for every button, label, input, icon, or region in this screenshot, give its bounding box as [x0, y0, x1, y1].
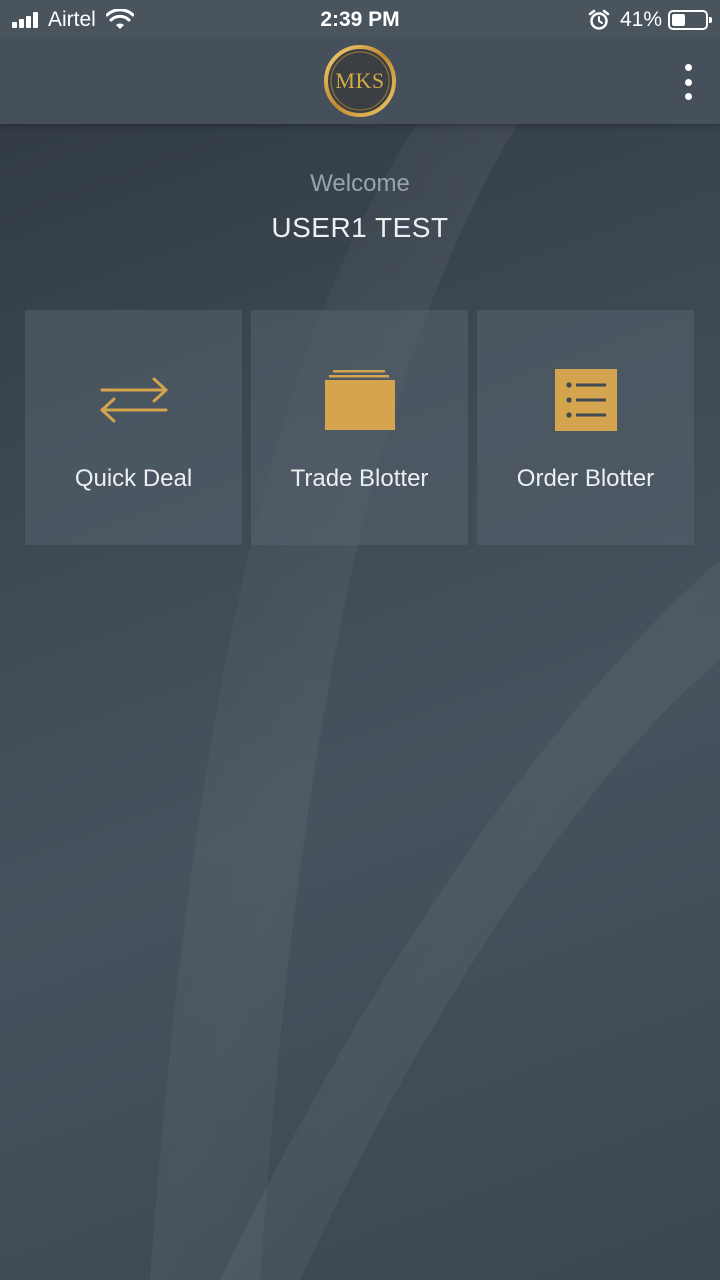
alarm-icon	[588, 9, 610, 30]
battery-level	[672, 14, 685, 26]
battery-tip	[709, 17, 712, 23]
feature-tiles: Quick Deal Trade Blotter Order Blotter	[25, 310, 694, 545]
order-blotter-label: Order Blotter	[516, 465, 655, 492]
folder-stack-icon	[324, 370, 395, 430]
quick-deal-tile[interactable]: Quick Deal	[25, 310, 242, 545]
list-icon	[554, 369, 617, 431]
user-name: USER1 TEST	[271, 212, 449, 243]
app-header: MKS	[0, 40, 720, 124]
trade-blotter-tile[interactable]: Trade Blotter	[251, 310, 468, 545]
welcome-label: Welcome	[310, 170, 410, 197]
order-blotter-tile[interactable]: Order Blotter	[477, 310, 694, 545]
trade-blotter-label: Trade Blotter	[290, 465, 429, 492]
mks-logo: MKS	[322, 43, 398, 119]
quick-deal-label: Quick Deal	[74, 465, 193, 492]
status-right: 41%	[588, 7, 712, 33]
more-vertical-icon[interactable]	[676, 64, 700, 100]
swap-arrows-icon	[100, 377, 167, 423]
status-bar: Airtel 2:39 PM 41%	[0, 0, 720, 40]
battery-icon	[668, 10, 712, 30]
home-screen: Airtel 2:39 PM 41% MKS Welcome USER1 TES…	[0, 0, 720, 1280]
logo-text: MKS	[335, 68, 385, 93]
battery-percent: 41%	[619, 8, 662, 31]
